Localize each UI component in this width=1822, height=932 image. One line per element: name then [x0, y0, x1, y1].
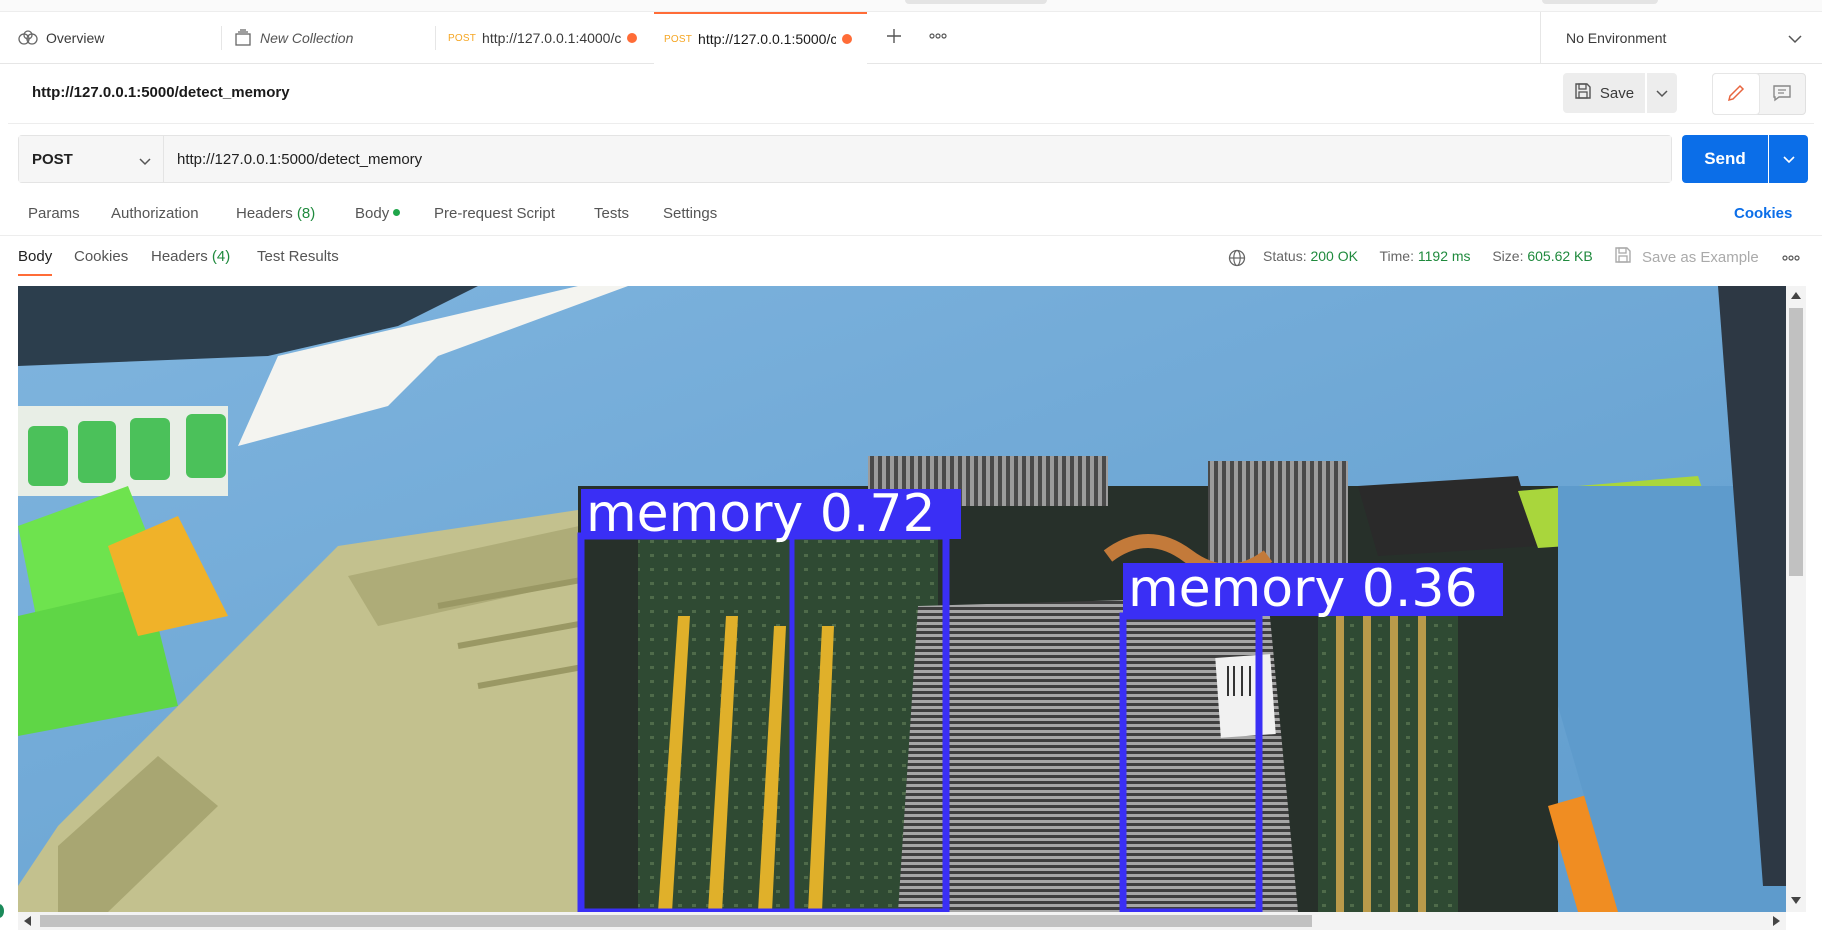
time-label: Time: [1379, 248, 1414, 264]
detection-label: memory 0.72 [586, 484, 936, 544]
environment-label: No Environment [1566, 30, 1667, 46]
tab-params[interactable]: Params [28, 205, 80, 222]
scroll-down-icon[interactable] [1791, 897, 1801, 904]
response-image: memory 0.72 memory 0.36 [18, 286, 1786, 912]
chevron-down-icon [139, 153, 151, 170]
scroll-right-icon[interactable] [1773, 916, 1780, 926]
save-as-example-button[interactable]: Save as Example [1614, 246, 1759, 268]
headers-count: (8) [296, 205, 316, 222]
vertical-scrollbar[interactable] [1786, 286, 1806, 912]
tab-settings[interactable]: Settings [663, 205, 717, 222]
response-tab-body[interactable]: Body [18, 248, 53, 276]
vertical-scroll-thumb[interactable] [1789, 308, 1803, 576]
response-tab-cookies[interactable]: Cookies [74, 248, 128, 274]
send-options-button[interactable] [1769, 135, 1808, 183]
tab-request-url: http://127.0.0.1:4000/c [482, 30, 622, 46]
tab-request-4000[interactable]: POST http://127.0.0.1:4000/c [436, 12, 654, 64]
environment-selector[interactable]: No Environment [1540, 12, 1822, 64]
plus-icon[interactable] [882, 24, 906, 48]
chevron-down-icon [1656, 85, 1668, 101]
horizontal-scrollbar[interactable] [18, 912, 1786, 930]
scroll-left-icon[interactable] [24, 916, 31, 926]
url-input[interactable] [164, 136, 1671, 182]
status-indicator-icon [0, 904, 4, 918]
method-value: POST [32, 150, 73, 168]
detection-label: memory 0.36 [1128, 559, 1478, 619]
tab-authorization[interactable]: Authorization [111, 205, 199, 222]
title-strip-handle [905, 0, 1047, 4]
save-example-label: Save as Example [1642, 248, 1759, 266]
cookies-link[interactable]: Cookies [1734, 205, 1792, 222]
response-tab-test-results[interactable]: Test Results [257, 248, 339, 274]
view-mode-toggle [1712, 73, 1806, 115]
tab-body-label: Body [355, 205, 390, 222]
request-title[interactable]: http://127.0.0.1:5000/detect_memory [32, 84, 290, 101]
overview-icon [18, 30, 38, 46]
status-label: Status: [1263, 248, 1307, 264]
unsaved-dot-icon [842, 34, 853, 44]
body-active-dot-icon [393, 209, 401, 216]
collection-icon [234, 29, 252, 47]
chevron-down-icon [1788, 31, 1802, 47]
scroll-up-icon[interactable] [1791, 292, 1801, 299]
tab-headers[interactable]: Headers (8) [236, 205, 315, 222]
save-button[interactable]: Save [1563, 73, 1645, 113]
tab-method-badge: POST [448, 32, 477, 44]
tab-request-url: http://127.0.0.1:5000/c [698, 31, 837, 47]
unsaved-dot-icon [627, 33, 638, 43]
response-tab-headers[interactable]: Headers (4) [151, 248, 230, 274]
tab-bar: Overview New Collection POST http://127.… [0, 0, 1822, 64]
comments-button[interactable] [1759, 74, 1805, 114]
response-headers-count: (4) [211, 248, 231, 265]
request-tabs: Params Authorization Headers (8) Body Pr… [0, 198, 1822, 236]
more-icon[interactable] [1782, 249, 1800, 264]
request-header: http://127.0.0.1:5000/detect_memory Save [8, 64, 1814, 124]
tab-overview[interactable]: Overview [0, 12, 222, 64]
response-headers-label: Headers [151, 248, 208, 265]
title-strip-handle [1542, 0, 1658, 4]
method-select[interactable]: POST [19, 136, 164, 182]
tab-new-collection[interactable]: New Collection [222, 12, 436, 64]
tab-body[interactable]: Body [355, 205, 401, 222]
tab-method-badge: POST [664, 33, 693, 45]
edit-icon [1726, 83, 1746, 106]
size-label: Size: [1492, 248, 1524, 264]
size-value[interactable]: 605.62 KB [1527, 248, 1592, 264]
time-value[interactable]: 1192 ms [1418, 248, 1471, 264]
tab-request-5000[interactable]: POST http://127.0.0.1:5000/c [654, 12, 867, 64]
status-value[interactable]: 200 OK [1310, 248, 1357, 264]
globe-icon[interactable] [1228, 249, 1246, 270]
response-status: Status: 200 OK Time: 1192 ms Size: 605.6… [1263, 248, 1593, 264]
send-button-group: Send [1682, 135, 1808, 183]
tab-pre-request-script[interactable]: Pre-request Script [434, 205, 555, 222]
response-tabs: Body Cookies Headers (4) Test Results St… [0, 240, 1822, 284]
tab-headers-label: Headers [236, 205, 293, 222]
title-strip [0, 0, 1822, 12]
send-button[interactable]: Send [1682, 135, 1768, 183]
chevron-down-icon [1782, 151, 1795, 167]
edit-mode-button[interactable] [1713, 74, 1759, 114]
more-icon[interactable] [926, 24, 950, 48]
save-options-button[interactable] [1647, 73, 1677, 113]
comment-icon [1772, 83, 1792, 106]
save-example-icon [1614, 246, 1632, 268]
save-icon [1574, 82, 1592, 104]
save-button-group: Save [1563, 73, 1677, 113]
save-label: Save [1599, 84, 1635, 102]
tab-tests[interactable]: Tests [594, 205, 629, 222]
horizontal-scroll-thumb[interactable] [40, 915, 1312, 927]
tab-new-collection-label: New Collection [260, 30, 354, 46]
request-url-bar: POST [18, 135, 1672, 183]
detection-photo: memory 0.72 memory 0.36 [18, 286, 1786, 912]
tab-overview-label: Overview [46, 30, 105, 46]
